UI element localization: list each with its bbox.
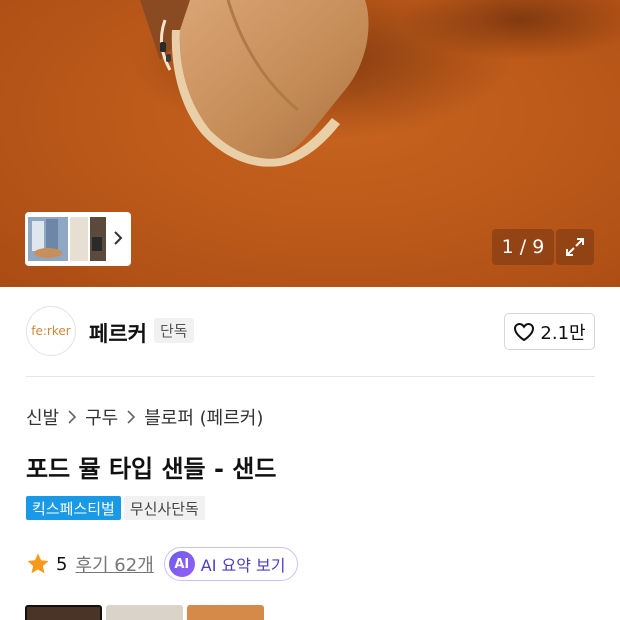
expand-button[interactable] — [556, 229, 594, 265]
thumbnail-strip[interactable] — [25, 212, 131, 266]
review-link[interactable]: 후기 62개 — [75, 551, 153, 577]
ai-summary-button[interactable]: AI AI 요약 보기 — [163, 547, 299, 581]
color-option[interactable] — [25, 605, 102, 620]
brand-name[interactable]: 페르커 — [89, 318, 147, 348]
breadcrumb-item-shoes[interactable]: 신발 — [26, 404, 59, 430]
image-counter: 1 / 9 — [492, 229, 554, 265]
heart-icon — [514, 322, 535, 341]
divider — [26, 376, 595, 377]
thumbnail-images — [28, 217, 106, 261]
color-option[interactable] — [106, 605, 183, 620]
color-option[interactable] — [187, 605, 264, 620]
exclusive-chip: 단독 — [154, 318, 194, 343]
expand-icon — [566, 238, 584, 256]
rating-score: 5 — [56, 553, 68, 575]
ai-summary-label: AI 요약 보기 — [200, 556, 286, 575]
festival-badge: 킥스페스티벌 — [26, 496, 121, 520]
breadcrumb-item-bloafer[interactable]: 블로퍼 (페르커) — [144, 404, 263, 430]
brand-logo[interactable]: fe:rker — [26, 306, 76, 356]
product-title: 포드 뮬 타입 샌들 - 샌드 — [26, 455, 277, 483]
rating-row: 5 후기 62개 AI AI 요약 보기 — [26, 547, 299, 581]
badge-row: 킥스페스티벌 무신사단독 — [26, 496, 205, 520]
chevron-right-icon — [68, 410, 77, 424]
like-button[interactable]: 2.1만 — [504, 313, 595, 350]
chevron-right-icon — [114, 231, 123, 245]
like-count: 2.1만 — [540, 322, 586, 344]
star-icon — [27, 553, 49, 574]
brand-logo-text: fe:rker — [31, 324, 71, 338]
breadcrumb: 신발 구두 블로퍼 (페르커) — [26, 404, 263, 430]
product-image-gallery[interactable]: 1 / 9 — [0, 0, 620, 287]
breadcrumb-item-dress-shoes[interactable]: 구두 — [85, 404, 118, 430]
store-exclusive-badge: 무신사단독 — [123, 496, 205, 520]
brand-row: fe:rker 페르커 단독 2.1만 — [0, 287, 620, 377]
chevron-right-icon — [127, 410, 136, 424]
color-options — [25, 605, 264, 620]
ai-icon: AI — [168, 551, 195, 577]
